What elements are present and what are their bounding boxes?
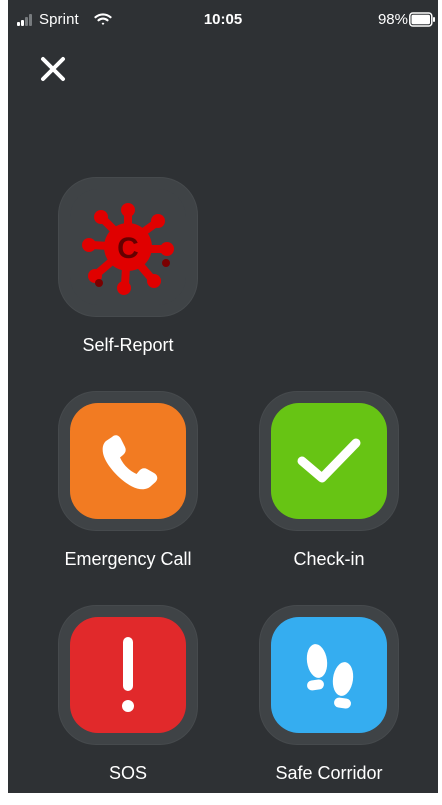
phone-icon xyxy=(102,435,158,490)
sos-icon-frame xyxy=(58,605,198,745)
status-bar: Sprint 10:05 98% xyxy=(8,0,438,40)
exclamation-icon xyxy=(122,637,134,712)
svg-text:C: C xyxy=(117,232,139,265)
check-in-button[interactable]: Check-in xyxy=(239,391,419,591)
sos-label: SOS xyxy=(108,763,147,783)
emergency-call-label: Emergency Call xyxy=(64,549,192,569)
checkmark-icon xyxy=(297,438,361,483)
sos-button[interactable]: SOS xyxy=(38,605,218,805)
self-report-tile: C xyxy=(70,189,186,305)
emergency-call-tile xyxy=(70,403,186,519)
quick-actions-screen: Sprint 10:05 98% C Self-Report Emergency… xyxy=(8,0,438,793)
check-in-tile xyxy=(271,403,387,519)
virus-icon: C xyxy=(82,203,174,295)
self-report-label: Self-Report xyxy=(82,335,174,355)
status-time: 10:05 xyxy=(203,11,243,28)
emergency-call-button[interactable]: Emergency Call xyxy=(38,391,218,591)
sos-tile xyxy=(70,617,186,733)
safe-corridor-label: Safe Corridor xyxy=(275,763,383,783)
check-in-icon-frame xyxy=(259,391,399,531)
self-report-button[interactable]: C Self-Report xyxy=(38,177,218,377)
close-button[interactable] xyxy=(36,52,70,86)
safe-corridor-button[interactable]: Safe Corridor xyxy=(239,605,419,805)
self-report-icon-frame: C xyxy=(58,177,198,317)
battery-percentage: 98% xyxy=(377,11,408,28)
close-icon xyxy=(41,57,65,81)
safe-corridor-icon-frame xyxy=(259,605,399,745)
check-in-label: Check-in xyxy=(293,549,365,569)
battery-icon xyxy=(409,12,435,27)
emergency-call-icon-frame xyxy=(58,391,198,531)
safe-corridor-tile xyxy=(271,617,387,733)
footsteps-icon xyxy=(306,644,354,709)
